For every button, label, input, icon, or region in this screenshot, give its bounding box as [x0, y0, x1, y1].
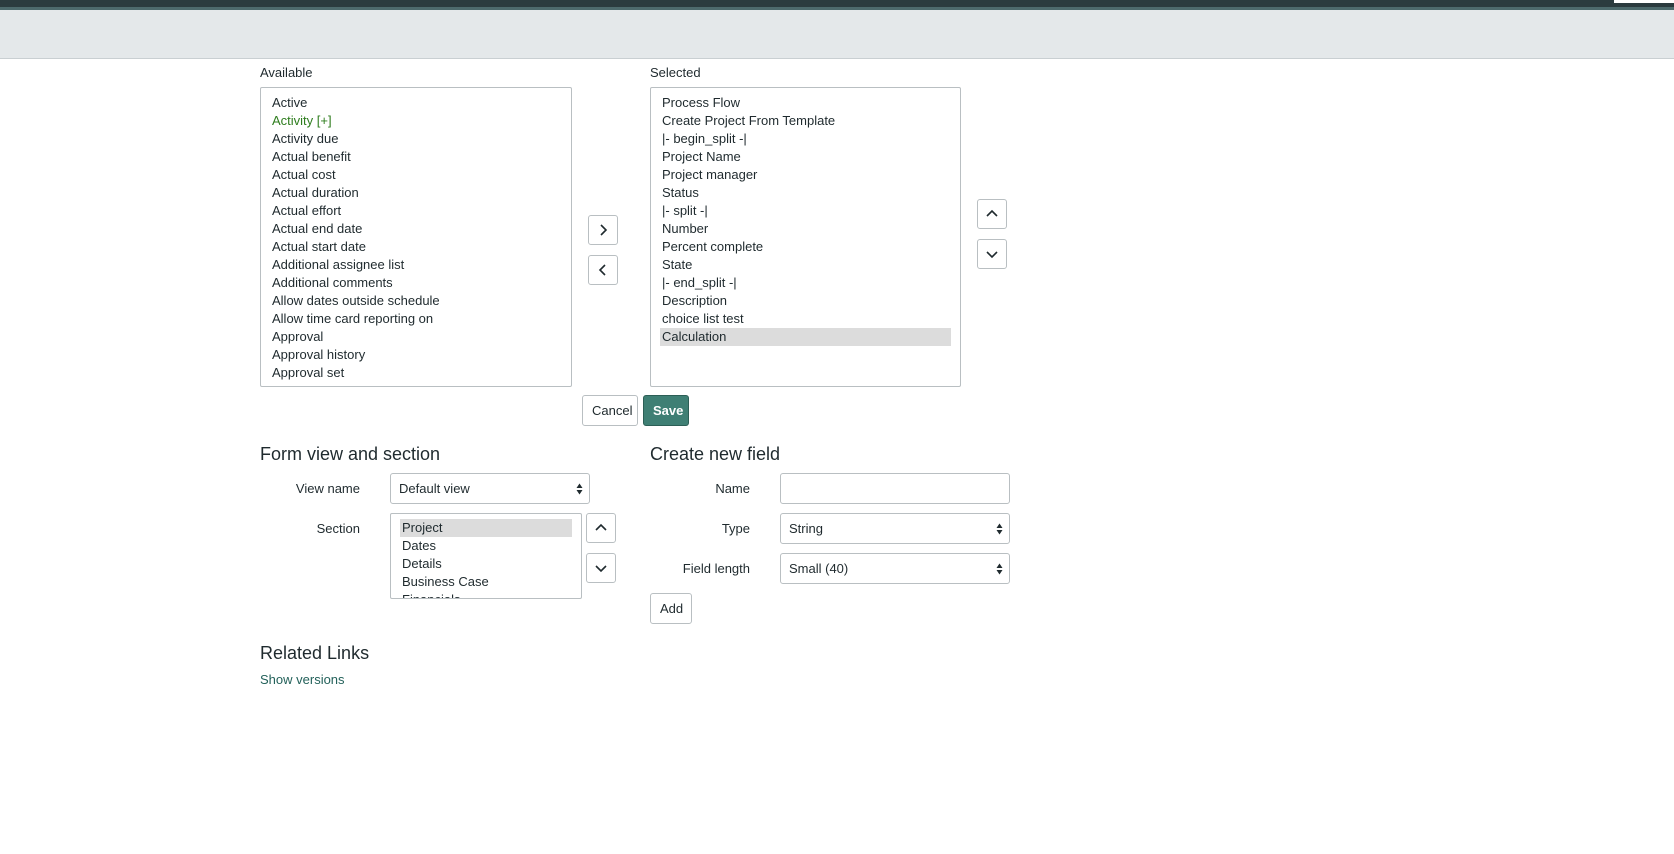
section-label: Section: [316, 521, 360, 536]
selected-list-item[interactable]: Calculation: [660, 328, 951, 346]
save-button[interactable]: Save: [643, 395, 689, 426]
available-list-item[interactable]: Approval history: [270, 346, 562, 364]
selected-list-item[interactable]: |- split -|: [660, 202, 951, 220]
available-list-item[interactable]: Actual benefit: [270, 148, 562, 166]
section-move-down-button[interactable]: [586, 553, 616, 583]
field-type-select[interactable]: String: [780, 513, 1010, 544]
available-list-item[interactable]: Active: [270, 94, 562, 112]
show-versions-link[interactable]: Show versions: [260, 672, 345, 687]
name-label: Name: [715, 481, 750, 496]
available-list-item[interactable]: Approval set: [270, 364, 562, 382]
field-length-label: Field length: [682, 561, 750, 576]
available-list-item[interactable]: Activity due: [270, 130, 562, 148]
available-list-item[interactable]: Actual cost: [270, 166, 562, 184]
section-list[interactable]: ProjectDatesDetailsBusiness CaseFinancia…: [390, 513, 582, 599]
section-list-item[interactable]: Dates: [400, 537, 572, 555]
selected-list-item[interactable]: |- begin_split -|: [660, 130, 951, 148]
select-arrows-icon: [996, 563, 1003, 575]
view-name-value: Default view: [399, 481, 470, 496]
available-list-item[interactable]: Approval: [270, 328, 562, 346]
selected-list-item[interactable]: Percent complete: [660, 238, 951, 256]
chevron-right-icon: [600, 224, 608, 236]
selected-list-item[interactable]: Project Name: [660, 148, 951, 166]
section-list-item[interactable]: Financials: [400, 591, 572, 598]
new-field-name-input[interactable]: [780, 473, 1010, 504]
select-arrows-icon: [996, 523, 1003, 535]
view-name-select[interactable]: Default view: [390, 473, 590, 504]
available-list-item[interactable]: Actual duration: [270, 184, 562, 202]
selected-list-item[interactable]: Number: [660, 220, 951, 238]
add-field-button[interactable]: Add: [650, 593, 692, 624]
remove-from-selected-button[interactable]: [588, 255, 618, 285]
chevron-up-icon: [595, 523, 607, 531]
form-toolbar: [0, 10, 1674, 59]
field-length-select[interactable]: Small (40): [780, 553, 1010, 584]
section-move-up-button[interactable]: [586, 513, 616, 543]
section-list-item[interactable]: Business Case: [400, 573, 572, 591]
create-field-heading: Create new field: [650, 444, 781, 464]
available-list-item[interactable]: Allow time card reporting on: [270, 310, 562, 328]
app-header-bar: [0, 0, 1674, 10]
selected-list-item[interactable]: |- end_split -|: [660, 274, 951, 292]
selected-list-item[interactable]: Description: [660, 292, 951, 310]
section-list-item[interactable]: Details: [400, 555, 572, 573]
cancel-button[interactable]: Cancel: [582, 395, 638, 426]
section-list-item[interactable]: Project: [400, 519, 572, 537]
available-list-item[interactable]: Activity [+]: [270, 112, 562, 130]
type-label: Type: [721, 521, 750, 536]
available-list-item[interactable]: Additional comments: [270, 274, 562, 292]
available-list-item[interactable]: Actual end date: [270, 220, 562, 238]
available-list-item[interactable]: Actual start date: [270, 238, 562, 256]
chevron-down-icon: [595, 565, 607, 573]
chevron-left-icon: [598, 264, 606, 276]
header-tab-stub: [1614, 0, 1674, 3]
available-list-item[interactable]: Allow dates outside schedule: [270, 292, 562, 310]
selected-list-item[interactable]: Create Project From Template: [660, 112, 951, 130]
field-type-value: String: [789, 521, 823, 536]
selected-list-item[interactable]: Status: [660, 184, 951, 202]
form-view-heading: Form view and section: [260, 444, 441, 464]
select-arrows-icon: [576, 483, 583, 495]
move-up-button[interactable]: [977, 199, 1007, 229]
field-length-value: Small (40): [789, 561, 849, 576]
chevron-down-icon: [986, 251, 998, 259]
move-down-button[interactable]: [977, 239, 1007, 269]
chevron-up-icon: [986, 209, 998, 217]
selected-list-item[interactable]: choice list test: [660, 310, 951, 328]
selected-label: Selected: [650, 65, 701, 80]
selected-list-item[interactable]: Process Flow: [660, 94, 951, 112]
related-links-heading: Related Links: [260, 643, 370, 663]
available-list-item[interactable]: Additional assignee list: [270, 256, 562, 274]
available-list-item[interactable]: Actual effort: [270, 202, 562, 220]
available-fields-list[interactable]: Active Activity [+] Activity due Actual ben…: [260, 87, 572, 387]
selected-list-item[interactable]: State: [660, 256, 951, 274]
view-name-label: View name: [295, 481, 360, 496]
selected-fields-list[interactable]: Process Flow Create Project From Template…: [650, 87, 961, 387]
add-to-selected-button[interactable]: [588, 215, 618, 245]
available-label: Available: [260, 65, 313, 80]
selected-list-item[interactable]: Project manager: [660, 166, 951, 184]
